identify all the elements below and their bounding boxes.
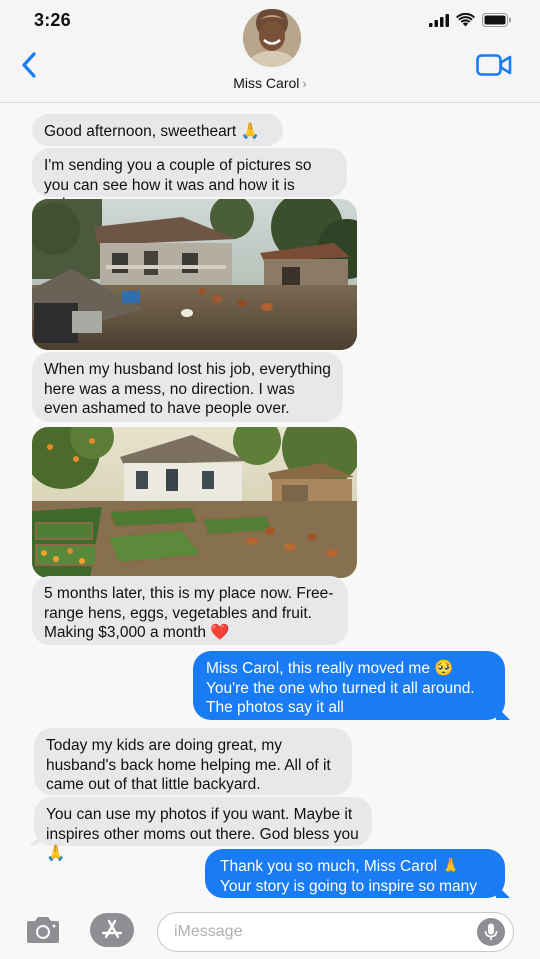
- imessage-input[interactable]: iMessage: [157, 912, 514, 952]
- message-text: Today my kids are doing great, my husban…: [46, 737, 331, 793]
- message-text: 5 months later, this is my place now. Fr…: [44, 585, 334, 641]
- camera-icon[interactable]: [24, 915, 62, 945]
- microphone-icon[interactable]: [477, 918, 505, 946]
- message-bubble-incoming[interactable]: Today my kids are doing great, my husban…: [34, 728, 352, 795]
- message-bubble-outgoing[interactable]: Thank you so much, Miss Carol 🙏 Your sto…: [205, 849, 505, 914]
- message-bubble-incoming[interactable]: 5 months later, this is my place now. Fr…: [32, 576, 348, 645]
- message-bubble-outgoing[interactable]: Miss Carol, this really moved me 🥺 You'r…: [193, 651, 505, 720]
- message-bubble-incoming[interactable]: I'm sending you a couple of pictures so …: [32, 148, 347, 213]
- message-bubble-incoming[interactable]: You can use my photos if you want. Maybe…: [34, 797, 372, 862]
- message-text: Miss Carol, this really moved me 🥺 You'r…: [206, 660, 475, 716]
- message-bubble-incoming[interactable]: When my husband lost his job, everything…: [32, 352, 343, 422]
- app-store-icon[interactable]: [90, 913, 134, 947]
- message-text: When my husband lost his job, everything…: [44, 361, 331, 417]
- compose-bar: iMessage: [0, 900, 540, 959]
- imessage-placeholder: iMessage: [174, 923, 243, 940]
- message-text: Good afternoon, sweetheart 🙏: [44, 123, 260, 140]
- message-bubble-incoming[interactable]: Good afternoon, sweetheart 🙏: [32, 114, 283, 146]
- photo-before-backyard[interactable]: [32, 199, 357, 350]
- message-thread: Good afternoon, sweetheart 🙏 I'm sending…: [0, 0, 540, 959]
- photo-after-garden[interactable]: [32, 427, 357, 578]
